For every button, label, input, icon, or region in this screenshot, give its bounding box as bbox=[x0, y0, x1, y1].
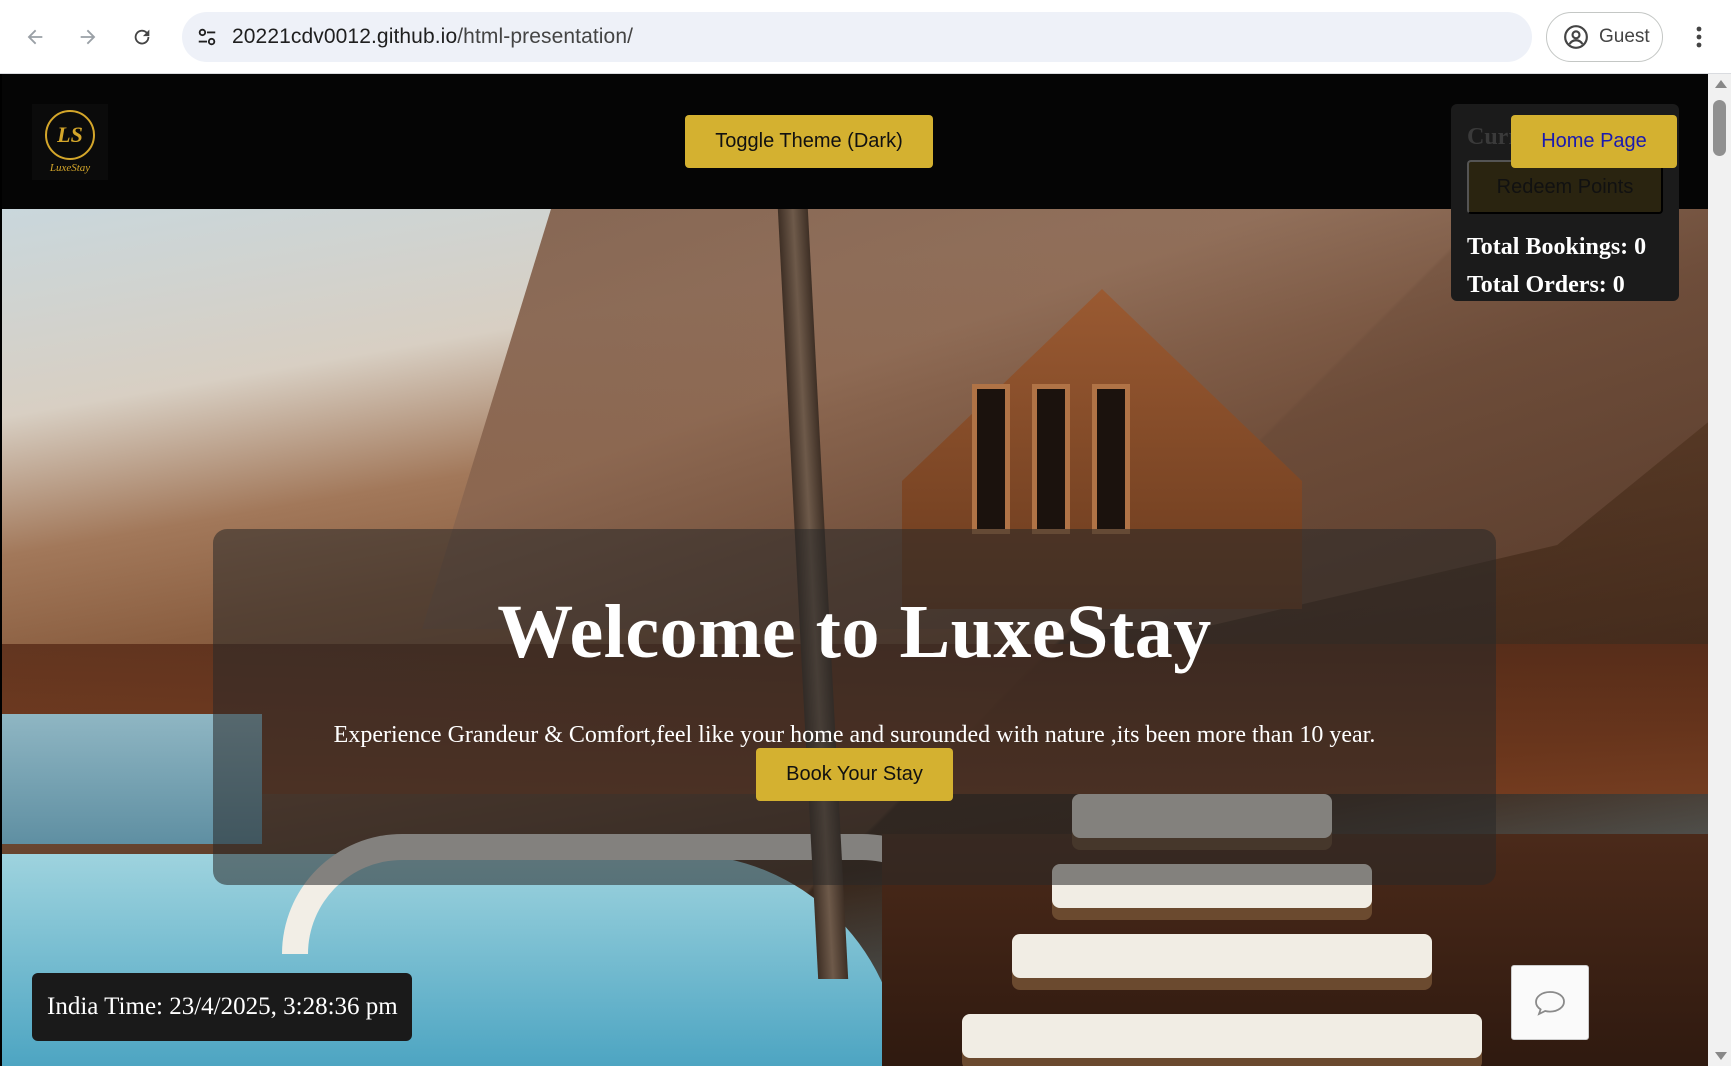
toggle-theme-button[interactable]: Toggle Theme (Dark) bbox=[685, 115, 933, 168]
book-your-stay-button[interactable]: Book Your Stay bbox=[756, 748, 953, 801]
profile-label: Guest bbox=[1599, 26, 1650, 47]
site-settings-icon[interactable] bbox=[182, 26, 232, 48]
hero-subtitle: Experience Grandeur & Comfort,feel like … bbox=[333, 722, 1376, 748]
url-text: 20221cdv0012.github.io/html-presentation… bbox=[232, 25, 633, 49]
redeem-points-button[interactable]: Redeem Points bbox=[1467, 160, 1663, 214]
hero-image-lounger bbox=[962, 1014, 1482, 1058]
total-orders: Total Orders: 0 bbox=[1467, 272, 1625, 298]
hero-image-window bbox=[1092, 384, 1130, 534]
arrow-left-icon bbox=[27, 29, 43, 45]
more-vert-icon bbox=[1696, 26, 1702, 48]
reload-button[interactable] bbox=[122, 17, 162, 57]
page-viewport: LS LuxeStay Toggle Theme (Dark) Curr Red… bbox=[2, 74, 1708, 1066]
url-path: /html-presentation/ bbox=[457, 25, 634, 48]
browser-toolbar: 20221cdv0012.github.io/html-presentation… bbox=[0, 0, 1731, 74]
hero-card: Welcome to LuxeStay Experience Grandeur … bbox=[213, 529, 1496, 885]
forward-button[interactable] bbox=[68, 17, 108, 57]
hero-title: Welcome to LuxeStay bbox=[497, 590, 1212, 674]
india-time-clock: India Time: 23/4/2025, 3:28:36 pm bbox=[32, 973, 412, 1041]
scroll-up-arrow-icon[interactable] bbox=[1715, 80, 1727, 88]
logo-monogram: LS bbox=[45, 110, 95, 160]
url-host: 20221cdv0012.github.io bbox=[232, 25, 458, 48]
reload-icon bbox=[134, 29, 150, 45]
scroll-thumb[interactable] bbox=[1713, 100, 1726, 156]
browser-menu-button[interactable] bbox=[1684, 22, 1714, 52]
hero-image-lounger bbox=[1012, 934, 1432, 978]
back-button[interactable] bbox=[15, 17, 55, 57]
home-page-button[interactable]: Home Page bbox=[1511, 115, 1677, 168]
chat-button[interactable] bbox=[1511, 965, 1589, 1040]
arrow-right-icon bbox=[80, 29, 96, 45]
profile-button[interactable]: Guest bbox=[1546, 12, 1663, 62]
address-bar[interactable]: 20221cdv0012.github.io/html-presentation… bbox=[182, 12, 1532, 62]
site-logo[interactable]: LS LuxeStay bbox=[32, 104, 108, 180]
logo-wordmark: LuxeStay bbox=[49, 162, 91, 174]
account-circle-icon bbox=[1564, 25, 1588, 49]
page-scrollbar[interactable] bbox=[1708, 74, 1731, 1066]
scroll-down-arrow-icon[interactable] bbox=[1715, 1052, 1727, 1060]
hero-image-window bbox=[1032, 384, 1070, 534]
chat-bubble-icon bbox=[1535, 990, 1565, 1016]
total-bookings: Total Bookings: 0 bbox=[1467, 234, 1647, 260]
hero-image-window bbox=[972, 384, 1010, 534]
india-time-text: India Time: 23/4/2025, 3:28:36 pm bbox=[47, 993, 398, 1020]
